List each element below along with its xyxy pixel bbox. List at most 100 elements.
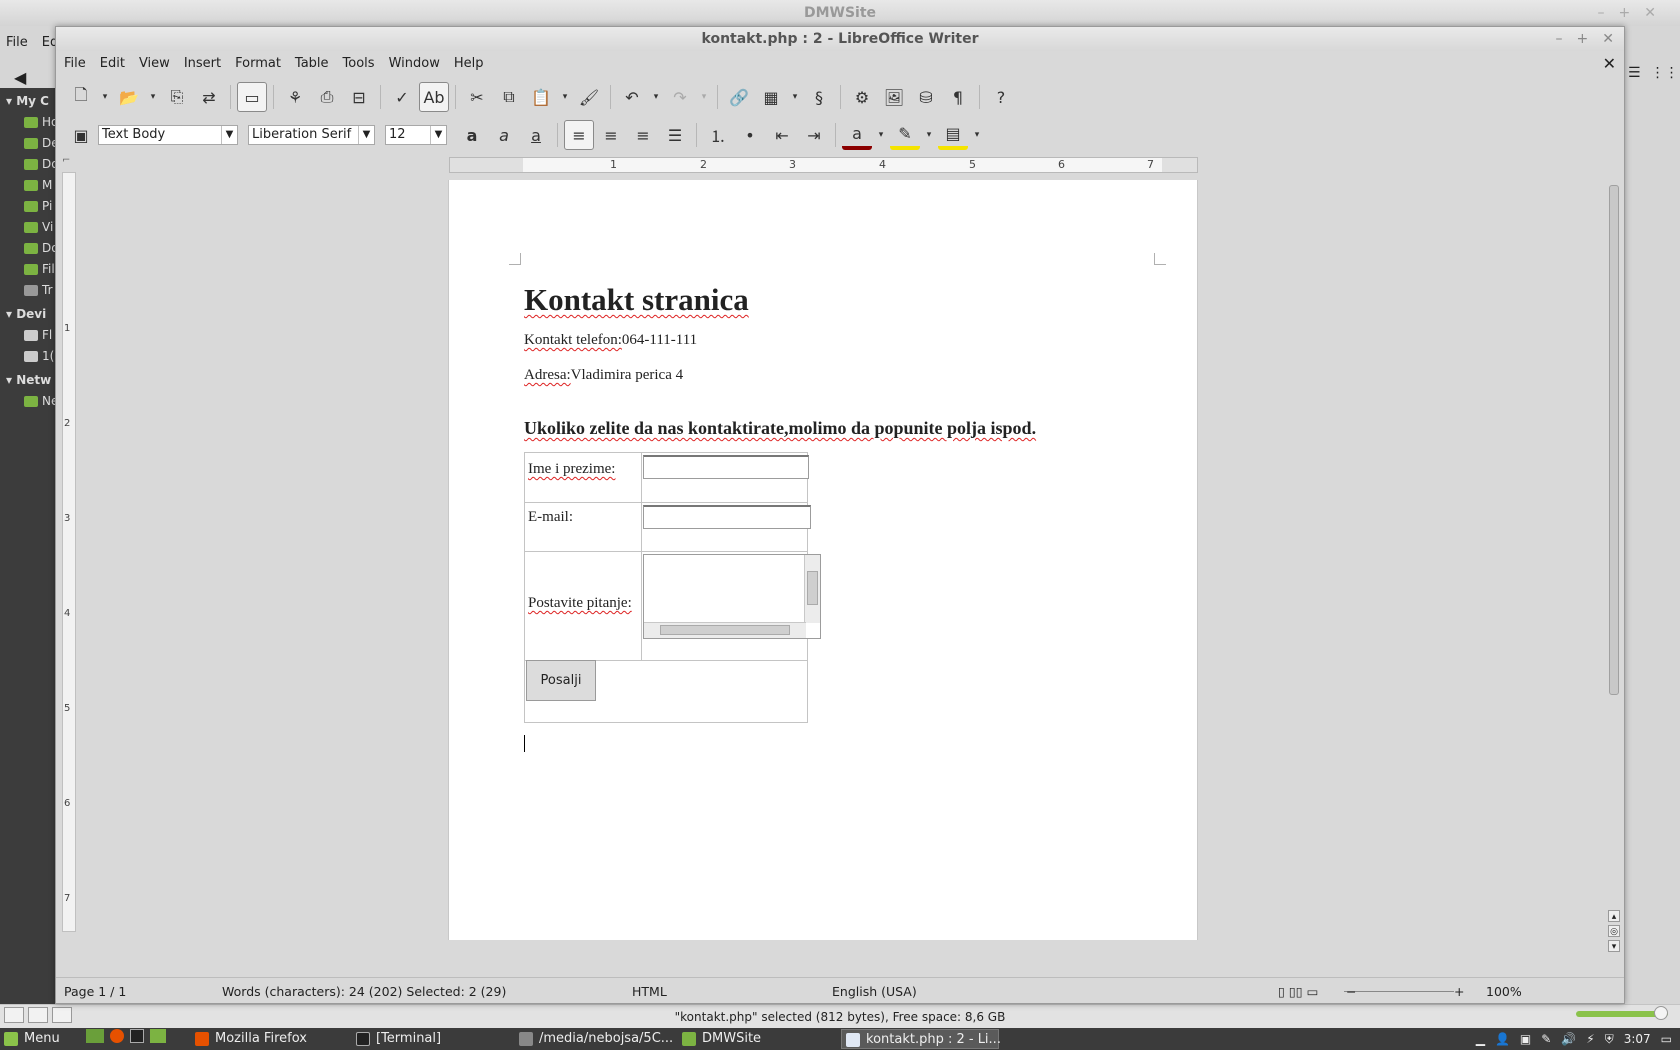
status-zoom[interactable]: 100%	[1486, 984, 1522, 999]
minimize-icon[interactable]: –	[1556, 27, 1563, 51]
justify-icon[interactable]: ☰	[660, 120, 690, 150]
zoom-slider[interactable]	[1344, 991, 1454, 992]
sidebar-item[interactable]: De	[0, 133, 56, 154]
close-icon[interactable]: ✕	[1602, 27, 1614, 51]
table-icon[interactable]: ▦	[756, 82, 786, 112]
zoom-out-icon[interactable]: −	[1346, 984, 1356, 999]
sidebar-item[interactable]: Vi	[0, 217, 56, 238]
document-vertical-scrollbar[interactable]: ▴ ◎ ▾	[1608, 155, 1620, 952]
document-page[interactable]: Kontakt stranica Kontakt telefon:064-111…	[448, 180, 1198, 940]
tab-stop-icon[interactable]: ⌐	[62, 155, 70, 166]
menu-edit[interactable]: Edit	[100, 51, 125, 77]
align-left-icon[interactable]: ≡	[564, 120, 594, 150]
background-color-icon[interactable]: ▤	[938, 120, 968, 150]
tree-toggle-button[interactable]	[28, 1007, 48, 1023]
sidebar-item[interactable]: Fl	[0, 325, 56, 346]
close-document-icon[interactable]: ✕	[1603, 53, 1616, 75]
zoom-in-icon[interactable]: +	[1454, 984, 1464, 999]
chevron-down-icon[interactable]: ▾	[970, 120, 984, 150]
chevron-down-icon[interactable]: ▾	[98, 82, 112, 112]
shield-icon[interactable]: ⛨	[1605, 1032, 1614, 1047]
maximize-icon[interactable]: +	[1577, 27, 1589, 51]
compact-view-icon[interactable]: ⋮⋮	[1651, 65, 1679, 81]
export-pdf-icon[interactable]: ⚘	[280, 82, 310, 112]
bold-icon[interactable]: a	[457, 120, 487, 150]
align-right-icon[interactable]: ≡	[628, 120, 658, 150]
numbered-list-icon[interactable]: ⒈	[703, 120, 733, 150]
chevron-down-icon[interactable]: ▾	[558, 82, 572, 112]
form-prompt[interactable]: Ukoliko zelite da nas kontaktirate,molim…	[524, 418, 1036, 439]
minimize-icon[interactable]: –	[1598, 0, 1605, 26]
user-icon[interactable]: 👤	[1495, 1032, 1510, 1046]
print-icon[interactable]: ⎙	[312, 82, 342, 112]
hide-sidebar-button[interactable]	[52, 1007, 72, 1023]
scrollbar-thumb[interactable]	[1609, 185, 1619, 695]
update-icon[interactable]: ▣	[1520, 1032, 1531, 1046]
phone-paragraph[interactable]: Kontakt telefon:064-111-111	[524, 332, 697, 349]
textarea-vertical-scrollbar[interactable]	[804, 555, 820, 623]
taskbar-item-media[interactable]: /media/nebojsa/5C...	[515, 1029, 673, 1049]
menu-window[interactable]: Window	[389, 51, 440, 77]
align-center-icon[interactable]: ≡	[596, 120, 626, 150]
menu-insert[interactable]: Insert	[184, 51, 221, 77]
sidebar-item-trash[interactable]: Tr	[0, 280, 56, 301]
places-toggle-button[interactable]	[4, 1007, 24, 1023]
clone-formatting-icon[interactable]: 🖌	[574, 82, 604, 112]
status-page[interactable]: Page 1 / 1	[64, 984, 126, 999]
menu-table[interactable]: Table	[295, 51, 329, 77]
data-sources-icon[interactable]: ⛁	[911, 82, 941, 112]
sidebar-item[interactable]: Do	[0, 154, 56, 175]
spellcheck-icon[interactable]: ✓	[387, 82, 417, 112]
email-input[interactable]	[643, 505, 811, 529]
sidebar-section-network[interactable]: ▾ Netw	[0, 369, 56, 391]
sidebar-item[interactable]: 1(	[0, 346, 56, 367]
navigation-icon[interactable]: ◎	[1608, 925, 1620, 937]
close-icon[interactable]: ✕	[1644, 0, 1656, 26]
files-icon[interactable]	[150, 1029, 166, 1043]
underline-icon[interactable]: a	[521, 120, 551, 150]
zoom-slider[interactable]	[1576, 1006, 1668, 1020]
status-language[interactable]: English (USA)	[832, 984, 917, 999]
chevron-down-icon[interactable]: ▼	[358, 126, 374, 144]
vertical-ruler[interactable]: 1 2 3 4 5 6 7	[62, 172, 76, 932]
export-icon[interactable]: ⇄	[194, 82, 224, 112]
menu-tools[interactable]: Tools	[343, 51, 375, 77]
fm-menu-file[interactable]: File	[6, 26, 28, 60]
highlight-icon[interactable]: ✎	[890, 120, 920, 150]
print-preview-icon[interactable]: ⊟	[344, 82, 374, 112]
sidebar-section-devices[interactable]: ▾ Devi	[0, 303, 56, 325]
show-draw-functions-icon[interactable]: §	[804, 82, 834, 112]
undo-icon[interactable]: ↶	[617, 82, 647, 112]
decrease-indent-icon[interactable]: ⇤	[767, 120, 797, 150]
chevron-down-icon[interactable]: ▾	[874, 120, 888, 150]
new-document-icon[interactable]: 🗋	[66, 82, 96, 112]
taskbar-item-terminal[interactable]: [Terminal]	[352, 1029, 506, 1049]
cut-icon[interactable]: ✂	[462, 82, 492, 112]
chevron-down-icon[interactable]: ▼	[430, 126, 446, 144]
open-icon[interactable]: 📂	[114, 82, 144, 112]
taskbar-item-firefox[interactable]: Mozilla Firefox	[191, 1029, 345, 1049]
view-layout-icons[interactable]: ▯ ▯▯ ▭	[1278, 984, 1318, 999]
previous-page-icon[interactable]: ▴	[1608, 910, 1620, 922]
menu-help[interactable]: Help	[454, 51, 484, 77]
terminal-icon[interactable]	[130, 1029, 144, 1043]
sidebar-item[interactable]: Do	[0, 238, 56, 259]
chevron-down-icon[interactable]: ▼	[221, 126, 237, 144]
sidebar-section-my-computer[interactable]: ▾ My C	[0, 90, 56, 112]
styles-icon[interactable]: ▣	[66, 120, 96, 150]
navigator-icon[interactable]: ⚙	[847, 82, 877, 112]
sidebar-item[interactable]: Ho	[0, 112, 56, 133]
network-icon[interactable]: ⚡	[1586, 1032, 1594, 1046]
taskbar-item-writer[interactable]: kontakt.php : 2 - Li...	[841, 1029, 1001, 1049]
menu-format[interactable]: Format	[235, 51, 281, 77]
show-desktop-icon[interactable]	[86, 1029, 104, 1043]
help-icon[interactable]: ?	[986, 82, 1016, 112]
name-input[interactable]	[643, 455, 809, 479]
chevron-down-icon[interactable]: ▾	[922, 120, 936, 150]
document-heading[interactable]: Kontakt stranica	[524, 282, 749, 318]
start-menu-button[interactable]: Menu	[0, 1029, 60, 1049]
font-color-icon[interactable]: a	[842, 120, 872, 150]
maximize-icon[interactable]: +	[1619, 0, 1631, 26]
horizontal-ruler[interactable]: 1 2 3 4 5 6 7	[449, 157, 1198, 173]
clock[interactable]: 3:07	[1624, 1032, 1651, 1046]
